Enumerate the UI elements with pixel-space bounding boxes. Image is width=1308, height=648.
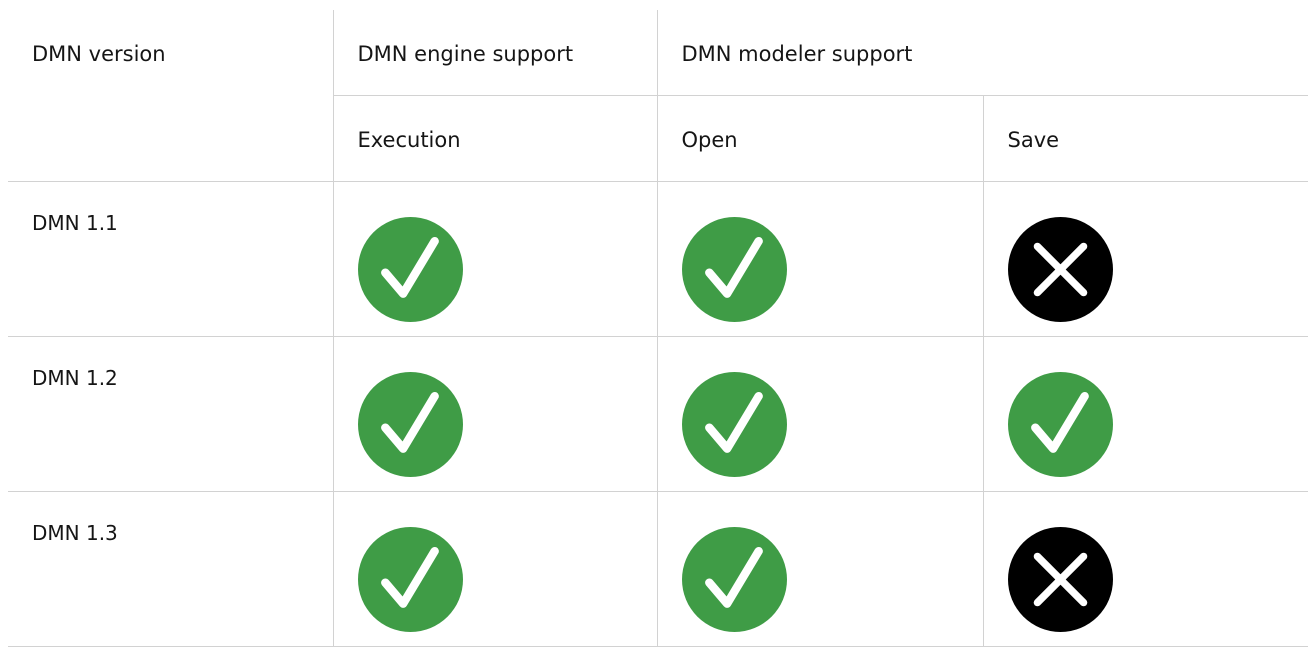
execution-cell — [332, 335, 658, 492]
dmn-support-table: DMN version DMN engine support DMN model… — [8, 10, 1308, 647]
check-circle-icon — [1007, 371, 1113, 477]
header-row-1: DMN version DMN engine support DMN model… — [8, 10, 1308, 182]
x-circle-icon — [1007, 526, 1113, 632]
check-circle-icon — [357, 371, 463, 477]
open-cell — [656, 181, 984, 337]
table-row: DMN 1.1 — [8, 181, 1308, 337]
check-circle-icon — [681, 216, 787, 322]
check-circle-icon — [681, 526, 787, 632]
header-dmn-version: DMN version — [8, 10, 334, 182]
x-circle-icon — [1007, 216, 1113, 322]
table-row: DMN 1.2 — [8, 335, 1308, 492]
save-cell — [982, 490, 1308, 647]
open-cell — [656, 335, 984, 492]
version-cell: DMN 1.1 — [8, 181, 334, 337]
open-cell — [656, 490, 984, 647]
check-circle-icon — [357, 216, 463, 322]
header-execution: Execution — [333, 94, 658, 182]
check-circle-icon — [681, 371, 787, 477]
header-save: Save — [982, 94, 1308, 182]
save-cell — [982, 335, 1308, 492]
execution-cell — [332, 181, 658, 337]
header-open: Open — [656, 94, 984, 182]
version-cell: DMN 1.3 — [8, 490, 334, 647]
header-engine-support: DMN engine support — [332, 10, 658, 96]
execution-cell — [332, 490, 658, 647]
check-circle-icon — [357, 526, 463, 632]
table-row: DMN 1.3 — [8, 490, 1308, 647]
save-cell — [982, 181, 1308, 337]
version-cell: DMN 1.2 — [8, 335, 334, 492]
header-modeler-support: DMN modeler support — [656, 10, 1308, 96]
